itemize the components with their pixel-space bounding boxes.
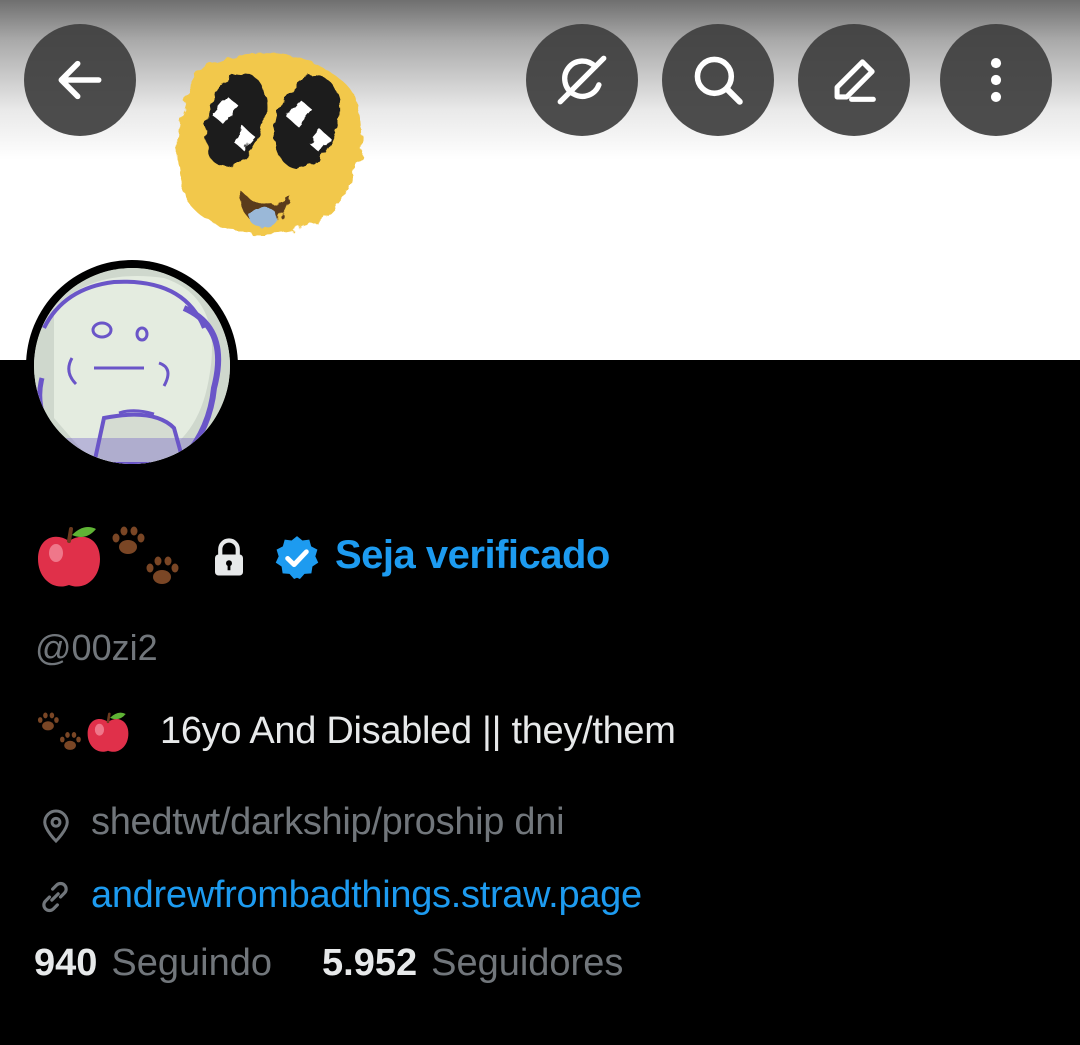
follow-stats: 940 Seguindo 5.952 Seguidores — [34, 942, 623, 985]
arrow-left-icon — [58, 60, 102, 100]
bio-text: 16yo And Disabled || they/them — [160, 710, 676, 752]
following-label: Seguindo — [111, 942, 272, 984]
avatar-image — [34, 268, 230, 464]
more-button[interactable] — [940, 24, 1052, 136]
avatar[interactable] — [26, 260, 238, 472]
followers-link[interactable]: 5.952 Seguidores — [322, 942, 623, 985]
search-icon — [694, 56, 743, 105]
edit-button[interactable] — [798, 24, 910, 136]
location-pin-icon — [43, 809, 69, 844]
red-apple-emoji — [87, 712, 129, 752]
more-vertical-icon — [990, 58, 1002, 102]
following-link[interactable]: 940 Seguindo — [34, 942, 272, 985]
user-handle: @00zi2 — [35, 627, 158, 668]
display-name — [34, 522, 322, 594]
red-apple-emoji — [38, 527, 100, 587]
following-count: 940 — [34, 942, 98, 984]
lock-icon — [215, 538, 243, 576]
followers-count: 5.952 — [322, 942, 418, 984]
location-text: shedtwt/darkship/proship dni — [91, 801, 565, 843]
grok-button[interactable] — [526, 24, 638, 136]
paw-prints-emoji — [112, 526, 179, 584]
back-button[interactable] — [24, 24, 136, 136]
banner-emoji-face — [177, 53, 362, 234]
paw-prints-emoji — [37, 712, 81, 750]
grok-icon — [557, 55, 607, 105]
followers-label: Seguidores — [431, 942, 624, 984]
bio-emojis — [35, 703, 131, 763]
website-link[interactable]: andrewfrombadthings.straw.page — [91, 874, 642, 917]
search-button[interactable] — [662, 24, 774, 136]
pencil-icon — [834, 59, 876, 102]
get-verified-link[interactable]: Seja verificado — [335, 533, 610, 578]
link-icon — [42, 881, 68, 913]
verified-badge-icon[interactable] — [272, 533, 322, 583]
